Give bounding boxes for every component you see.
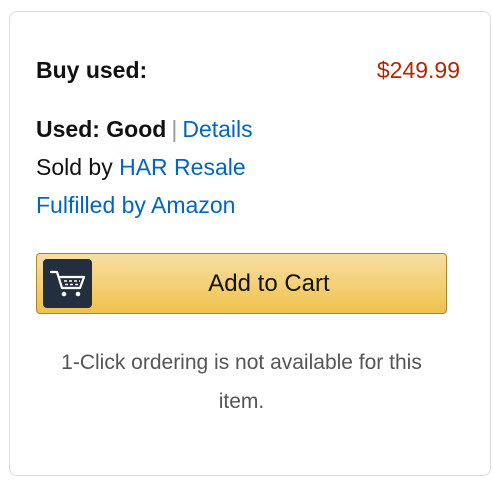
shopping-cart-icon: [43, 259, 92, 308]
seller-link[interactable]: HAR Resale: [119, 154, 246, 180]
one-click-note: 1-Click ordering is not available for th…: [61, 351, 422, 413]
buy-used-label: Buy used:: [36, 56, 148, 83]
sold-by-label: Sold by: [36, 154, 113, 180]
used-price: $249.99: [376, 56, 460, 83]
fulfillment-line: Fulfilled by Amazon: [36, 192, 235, 219]
add-to-cart-button[interactable]: Add to Cart: [36, 253, 447, 314]
details-link[interactable]: Details: [182, 116, 252, 142]
price-row: Buy used: $249.99: [36, 55, 460, 85]
condition-label: Used: Good: [36, 116, 167, 142]
fulfilled-by-link[interactable]: Fulfilled by Amazon: [36, 192, 235, 218]
condition-line: Used: Good | Details: [36, 116, 253, 143]
separator: |: [171, 116, 178, 142]
add-to-cart-label: Add to Cart: [208, 269, 330, 297]
seller-line: Sold by HAR Resale: [36, 154, 246, 181]
